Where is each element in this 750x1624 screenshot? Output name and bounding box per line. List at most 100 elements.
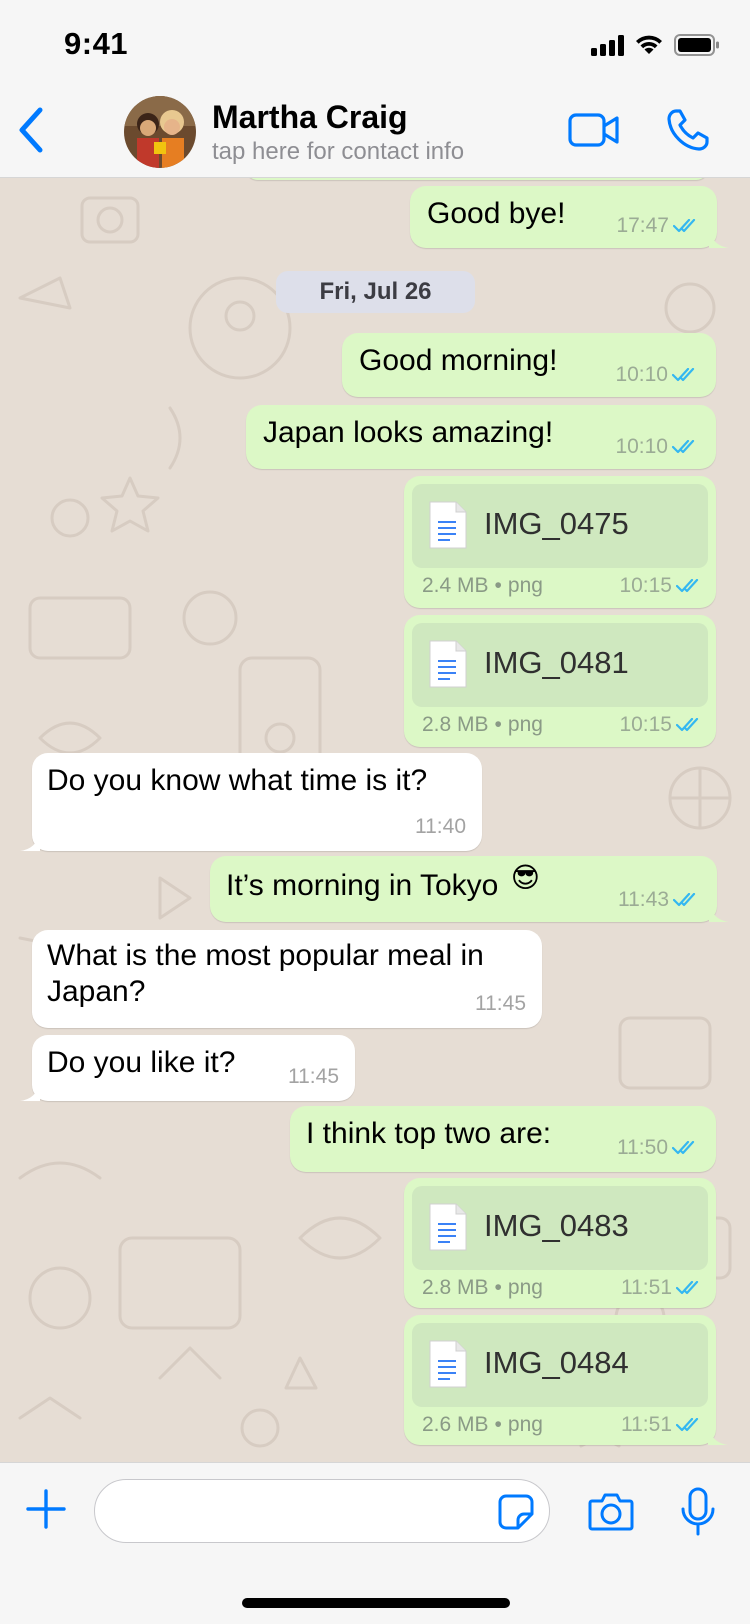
read-receipt-icon [673, 893, 696, 907]
microphone-icon[interactable] [680, 1487, 716, 1537]
message-text: It’s morning in Tokyo 😎 [226, 862, 540, 904]
file-name: IMG_0483 [484, 1208, 629, 1243]
message-time: 10:15 [619, 574, 672, 597]
message-time: 11:40 [415, 815, 466, 838]
chat-header: Martha Craig tap here for contact info [0, 88, 750, 178]
message-input-bar [0, 1462, 750, 1624]
status-time: 9:41 [64, 26, 129, 61]
message-bubble-outgoing[interactable]: Japan looks amazing! 10:10 [246, 405, 716, 469]
bubble-tail [709, 904, 729, 922]
message-meta: 11:51 [621, 1413, 702, 1437]
read-receipt-icon [676, 718, 699, 732]
file-message-outgoing[interactable]: IMG_0481 2.8 MB • png 10:15 [404, 615, 716, 747]
document-icon [429, 1203, 467, 1251]
camera-icon[interactable] [588, 1491, 634, 1531]
read-receipt-icon [676, 579, 699, 593]
sticker-icon[interactable] [498, 1494, 534, 1530]
status-bar: 9:41 [0, 0, 750, 88]
message-meta: 17:47 [616, 214, 699, 238]
file-attachment[interactable]: IMG_0475 [412, 484, 708, 568]
message-text: Good morning! [359, 344, 558, 377]
message-time: 11:51 [621, 1276, 672, 1299]
message-text: Do you like it? [47, 1046, 236, 1079]
date-separator: Fri, Jul 26 [276, 271, 475, 313]
file-message-outgoing[interactable]: IMG_0475 2.4 MB • png 10:15 [404, 476, 716, 608]
file-message-outgoing[interactable]: IMG_0484 2.6 MB • png 11:51 [404, 1315, 728, 1445]
message-time: 11:43 [618, 888, 669, 911]
file-type: png [507, 1413, 543, 1436]
chat-area[interactable]: Good bye! 17:47 Fri, Jul 26 Good morning… [0, 178, 750, 1462]
file-details: 2.4 MB • png [422, 574, 543, 597]
message-bubble-incoming[interactable]: Do you like it? 11:45 [20, 1035, 355, 1101]
file-size: 2.4 MB [422, 574, 489, 597]
bubble-tail [708, 1427, 728, 1445]
wifi-icon [636, 35, 662, 54]
message-bubble-incoming[interactable]: Do you know what time is it? 11:40 [20, 753, 482, 851]
home-indicator [242, 1598, 510, 1608]
message-bubble-outgoing[interactable]: I think top two are: 11:50 [290, 1106, 716, 1172]
read-receipt-icon [672, 368, 695, 382]
message-time: 11:51 [621, 1413, 672, 1436]
message-text: Do you know what time is it? [47, 764, 428, 797]
message-bubble-partial [245, 178, 709, 180]
file-details: 2.6 MB • png [422, 1413, 543, 1436]
file-attachment[interactable]: IMG_0483 [412, 1186, 708, 1270]
message-time: 17:47 [616, 214, 669, 237]
contact-info-hint[interactable]: tap here for contact info [212, 138, 464, 166]
contact-name[interactable]: Martha Craig [212, 99, 408, 136]
file-size: 2.8 MB [422, 713, 489, 736]
sunglasses-emoji: 😎 [510, 862, 540, 893]
phone-icon[interactable] [666, 108, 710, 152]
file-attachment[interactable]: IMG_0484 [412, 1323, 708, 1407]
message-meta: 11:45 [475, 992, 526, 1016]
avatar[interactable] [124, 96, 196, 168]
message-bubble-outgoing[interactable]: Good morning! 10:10 [342, 333, 716, 397]
video-camera-icon[interactable] [568, 112, 620, 148]
message-text: Japan looks amazing! [263, 416, 554, 449]
message-meta: 11:40 [415, 815, 466, 839]
chevron-left-icon[interactable] [14, 104, 50, 156]
message-meta: 11:43 [618, 888, 699, 912]
message-time: 10:15 [619, 713, 672, 736]
document-icon [429, 640, 467, 688]
message-text-line-2: Japan? [47, 975, 146, 1008]
file-attachment[interactable]: IMG_0481 [412, 623, 708, 707]
read-receipt-icon [676, 1418, 699, 1432]
file-message-outgoing[interactable]: IMG_0483 2.8 MB • png 11:51 [404, 1178, 716, 1308]
file-size: 2.8 MB [422, 1276, 489, 1299]
message-meta: 10:15 [619, 574, 702, 598]
bubble-tail [709, 230, 729, 248]
file-type: png [507, 1276, 543, 1299]
read-receipt-icon [673, 219, 696, 233]
bubble-tail [20, 833, 40, 851]
message-input[interactable] [94, 1479, 550, 1543]
message-bubble-outgoing[interactable]: Good bye! 17:47 [410, 186, 729, 248]
message-time: 11:45 [288, 1065, 339, 1088]
message-bubble-incoming[interactable]: What is the most popular meal in Japan? … [32, 930, 542, 1028]
message-bubble-outgoing[interactable]: It’s morning in Tokyo 😎 11:43 [210, 856, 729, 922]
document-icon [429, 501, 467, 549]
file-type: png [507, 713, 543, 736]
message-text-line-1: What is the most popular meal in [47, 939, 484, 972]
document-icon [429, 1340, 467, 1388]
bubble-tail [20, 1083, 40, 1101]
cellular-signal-icon [591, 34, 624, 56]
message-time: 11:50 [617, 1136, 668, 1159]
read-receipt-icon [672, 440, 695, 454]
message-meta: 11:50 [617, 1136, 698, 1160]
message-text: Good bye! [427, 197, 566, 230]
message-meta: 10:10 [615, 435, 698, 459]
message-time: 11:45 [475, 992, 526, 1015]
file-size: 2.6 MB [422, 1413, 489, 1436]
plus-icon[interactable] [26, 1489, 66, 1529]
message-text-body: It’s morning in Tokyo [226, 869, 499, 902]
message-text: I think top two are: [306, 1117, 552, 1150]
file-details: 2.8 MB • png [422, 713, 543, 736]
message-meta: 11:45 [288, 1065, 339, 1089]
read-receipt-icon [672, 1141, 695, 1155]
message-time: 10:10 [615, 363, 668, 386]
file-name: IMG_0481 [484, 645, 629, 680]
battery-icon [674, 34, 719, 56]
read-receipt-icon [676, 1281, 699, 1295]
message-time: 10:10 [615, 435, 668, 458]
